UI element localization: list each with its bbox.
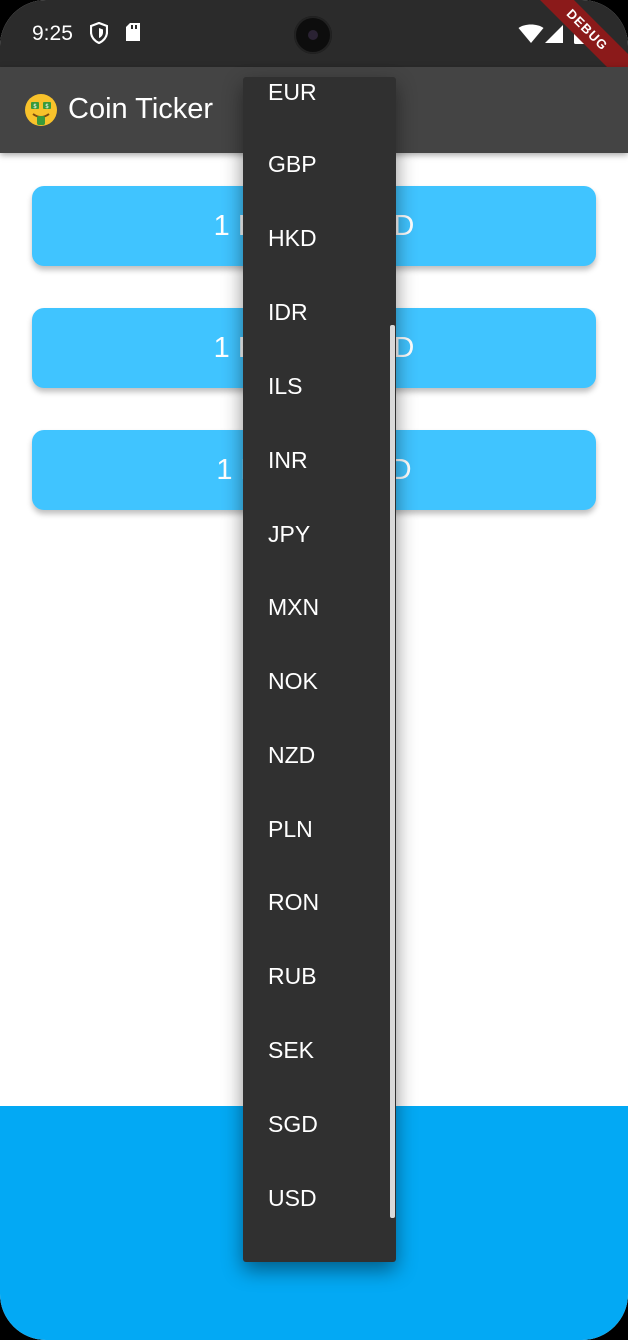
dropdown-item-usd[interactable]: USD [268, 1183, 317, 1213]
dropdown-item-gbp[interactable]: GBP [268, 149, 317, 179]
app-title: Coin Ticker [68, 93, 214, 125]
svg-text:$: $ [45, 103, 49, 110]
sd-card-icon [125, 22, 141, 47]
svg-text:$: $ [33, 103, 37, 110]
status-time: 9:25 [32, 22, 73, 45]
wifi-icon [518, 24, 544, 49]
dropdown-item-inr[interactable]: INR [268, 445, 308, 475]
dropdown-item-idr[interactable]: IDR [268, 297, 308, 327]
dropdown-item-ils[interactable]: ILS [268, 371, 303, 401]
dropdown-item-eur[interactable]: EUR [268, 77, 317, 107]
dropdown-item-jpy[interactable]: JPY [268, 519, 310, 549]
dropdown-item-hkd[interactable]: HKD [268, 223, 317, 253]
currency-dropdown-menu[interactable]: EUR GBP HKD IDR ILS INR JPY MXN NOK NZD … [243, 77, 396, 1262]
dropdown-item-nok[interactable]: NOK [268, 666, 318, 696]
dropdown-item-pln[interactable]: PLN [268, 814, 313, 844]
phone-screen: 9:25 DEBUG $ $ Coin Ticker 1 1 1 EUR GBP… [0, 0, 628, 1340]
dropdown-item-sgd[interactable]: SGD [268, 1109, 318, 1139]
dropdown-item-nzd[interactable]: NZD [268, 740, 315, 770]
dropdown-item-mxn[interactable]: MXN [268, 592, 319, 622]
dropdown-item-ron[interactable]: RON [268, 887, 319, 917]
dropdown-item-rub[interactable]: RUB [268, 961, 317, 991]
front-camera [294, 16, 332, 54]
signal-icon [544, 24, 564, 49]
dropdown-scrollbar[interactable] [390, 325, 395, 1218]
money-mouth-face-icon: $ $ [24, 93, 58, 127]
shield-icon [89, 21, 109, 49]
dropdown-item-sek[interactable]: SEK [268, 1035, 314, 1065]
status-bar: 9:25 DEBUG [0, 0, 628, 92]
